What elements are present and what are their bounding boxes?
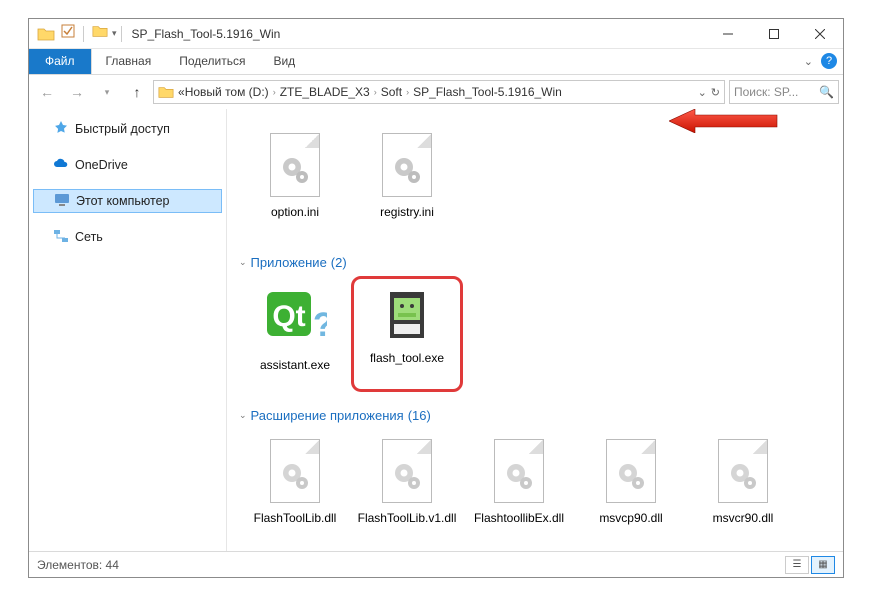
close-button[interactable] bbox=[797, 19, 843, 49]
dll-file-icon bbox=[375, 435, 439, 507]
sidebar-network[interactable]: Сеть bbox=[29, 225, 226, 249]
chevron-right-icon: › bbox=[374, 87, 377, 97]
folder-icon bbox=[37, 25, 55, 43]
view-icons-button[interactable]: ▦ bbox=[811, 556, 835, 574]
dll-file-icon bbox=[599, 435, 663, 507]
title-bar: ▾ SP_Flash_Tool-5.1916_Win bbox=[29, 19, 843, 49]
breadcrumb-item[interactable]: SP_Flash_Tool-5.1916_Win bbox=[413, 85, 562, 99]
file-item[interactable]: msvcr90.dll bbox=[687, 429, 799, 545]
dll-file-icon bbox=[263, 435, 327, 507]
qat-folder-icon[interactable] bbox=[92, 23, 108, 44]
expand-ribbon-icon[interactable]: ⌄ bbox=[804, 55, 813, 68]
qt-icon: Qt ? bbox=[263, 282, 327, 354]
address-row: ← → ▾ ↑ « Новый том (D:) › ZTE_BLADE_X3 … bbox=[29, 75, 843, 109]
file-item[interactable]: msvcp90.dll bbox=[575, 429, 687, 545]
recent-dropdown[interactable]: ▾ bbox=[93, 79, 121, 105]
chevron-right-icon: › bbox=[406, 87, 409, 97]
sidebar-quick-access[interactable]: Быстрый доступ bbox=[29, 117, 226, 141]
qat-dropdown-icon[interactable]: ▾ bbox=[112, 28, 117, 39]
file-list: option.ini registry.ini ⌄ Приложение (2) bbox=[227, 109, 843, 551]
address-bar[interactable]: « Новый том (D:) › ZTE_BLADE_X3 › Soft ›… bbox=[153, 80, 725, 104]
file-item[interactable]: registry.ini bbox=[351, 123, 463, 239]
navigation-pane: Быстрый доступ OneDrive Этот компьютер bbox=[29, 109, 227, 551]
folder-icon bbox=[158, 84, 174, 100]
settings-file-icon bbox=[375, 129, 439, 201]
file-item-flash-tool[interactable]: flash_tool.exe bbox=[351, 276, 463, 392]
chevron-down-icon: ⌄ bbox=[239, 257, 247, 268]
file-item[interactable]: option.ini bbox=[239, 123, 351, 239]
cloud-icon bbox=[53, 156, 69, 175]
star-icon bbox=[53, 120, 69, 139]
search-icon: 🔍 bbox=[819, 85, 834, 99]
refresh-icon[interactable]: ↻ bbox=[711, 86, 720, 99]
breadcrumb-prefix: « bbox=[178, 85, 185, 99]
minimize-button[interactable] bbox=[705, 19, 751, 49]
svg-text:?: ? bbox=[313, 306, 327, 344]
up-button[interactable]: ↑ bbox=[123, 79, 151, 105]
tab-view[interactable]: Вид bbox=[259, 49, 309, 74]
maximize-button[interactable] bbox=[751, 19, 797, 49]
group-header-extensions[interactable]: ⌄ Расширение приложения (16) bbox=[231, 404, 843, 427]
window-title: SP_Flash_Tool-5.1916_Win bbox=[132, 27, 281, 41]
flash-tool-icon bbox=[379, 283, 435, 347]
status-bar: Элементов: 44 ☰ ▦ bbox=[29, 551, 843, 577]
breadcrumb-item[interactable]: Soft bbox=[381, 85, 402, 99]
file-item[interactable]: FlashtoollibEx.dll bbox=[463, 429, 575, 545]
file-item[interactable]: FlashToolLib.dll bbox=[239, 429, 351, 545]
settings-file-icon bbox=[263, 129, 327, 201]
tab-file[interactable]: Файл bbox=[29, 49, 92, 74]
qat-checkbox-icon[interactable] bbox=[61, 24, 75, 43]
monitor-icon bbox=[54, 192, 70, 211]
breadcrumb-item[interactable]: Новый том (D:) bbox=[185, 85, 269, 99]
network-icon bbox=[53, 228, 69, 247]
sidebar-this-pc[interactable]: Этот компьютер bbox=[33, 189, 222, 213]
item-count: Элементов: 44 bbox=[37, 558, 119, 572]
svg-text:Qt: Qt bbox=[272, 300, 305, 333]
view-details-button[interactable]: ☰ bbox=[785, 556, 809, 574]
file-group: FlashToolLib.dll FlashToolLib.v1.dll Fla… bbox=[231, 427, 843, 551]
ribbon-tabs: Файл Главная Поделиться Вид ⌄ ? bbox=[29, 49, 843, 75]
tab-share[interactable]: Поделиться bbox=[165, 49, 259, 74]
search-placeholder: Поиск: SP... bbox=[734, 85, 798, 99]
explorer-window: ▾ SP_Flash_Tool-5.1916_Win Файл Главная … bbox=[28, 18, 844, 578]
forward-button[interactable]: → bbox=[63, 79, 91, 105]
sidebar-onedrive[interactable]: OneDrive bbox=[29, 153, 226, 177]
file-item-assistant[interactable]: Qt ? assistant.exe bbox=[239, 276, 351, 392]
chevron-right-icon: › bbox=[273, 87, 276, 97]
file-item[interactable]: FlashToolLib.v1.dll bbox=[351, 429, 463, 545]
dll-file-icon bbox=[711, 435, 775, 507]
address-dropdown-icon[interactable]: ⌄ bbox=[698, 86, 707, 99]
file-group: option.ini registry.ini bbox=[231, 121, 843, 251]
group-header-apps[interactable]: ⌄ Приложение (2) bbox=[231, 251, 843, 274]
tab-home[interactable]: Главная bbox=[92, 49, 166, 74]
body: Быстрый доступ OneDrive Этот компьютер bbox=[29, 109, 843, 551]
quick-access-toolbar: ▾ bbox=[61, 23, 117, 44]
help-icon[interactable]: ? bbox=[821, 53, 837, 69]
search-input[interactable]: Поиск: SP... 🔍 bbox=[729, 80, 839, 104]
back-button[interactable]: ← bbox=[33, 79, 61, 105]
chevron-down-icon: ⌄ bbox=[239, 410, 247, 421]
file-group: Qt ? assistant.exe bbox=[231, 274, 843, 404]
breadcrumb-item[interactable]: ZTE_BLADE_X3 bbox=[280, 85, 370, 99]
dll-file-icon bbox=[487, 435, 551, 507]
